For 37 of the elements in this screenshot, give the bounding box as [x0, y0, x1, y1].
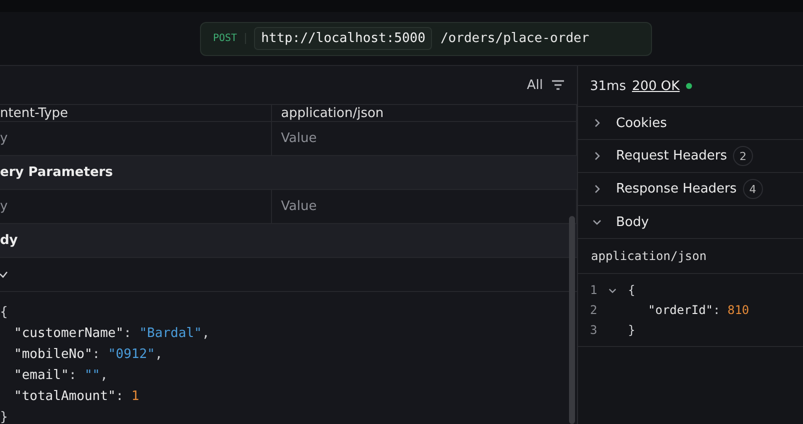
- code-line: "mobileNo": "0912",: [13, 346, 164, 364]
- section-title[interactable]: ery Parameters: [0, 165, 113, 180]
- section-toggle[interactable]: Body: [578, 206, 803, 239]
- line-number: 1: [590, 283, 598, 297]
- filter-icon[interactable]: [551, 79, 565, 91]
- line-number: 2: [590, 303, 598, 317]
- line-number: 3: [590, 323, 598, 337]
- status-dot-icon: [686, 83, 692, 89]
- value-field[interactable]: application/json: [272, 105, 577, 121]
- section-title[interactable]: dy: [0, 233, 18, 248]
- section-toggle[interactable]: Cookies: [578, 107, 803, 140]
- key-field[interactable]: y: [0, 190, 272, 223]
- url-bar[interactable]: POST http://localhost:5000 /orders/place-order: [200, 22, 652, 56]
- status-code[interactable]: 200 OK: [632, 78, 680, 94]
- value-field[interactable]: Value: [272, 122, 577, 155]
- scrollbar[interactable]: [569, 216, 575, 424]
- code-line: "orderId": 810: [647, 303, 750, 317]
- content-type: application/json: [578, 239, 803, 274]
- count-badge: 2: [733, 146, 754, 166]
- code-line: {: [628, 283, 636, 297]
- code-line: {: [0, 304, 9, 322]
- code-line: "email": "",: [13, 367, 109, 385]
- code-line: }: [628, 323, 636, 337]
- section-toggle[interactable]: Request Headers 2: [578, 140, 803, 173]
- code-line: "customerName": "Bardal",: [13, 325, 211, 343]
- code-line: "totalAmount": 1: [13, 388, 140, 406]
- method-label: POST: [213, 33, 246, 44]
- base-url: http://localhost:5000: [254, 27, 432, 50]
- response-time: 31ms: [590, 78, 626, 94]
- key-field[interactable]: y: [0, 122, 272, 155]
- key-field[interactable]: ntent-Type: [0, 105, 272, 121]
- count-badge: 4: [742, 179, 763, 199]
- url-path: /orders/place-order: [440, 31, 590, 46]
- fold-icon[interactable]: [608, 286, 617, 294]
- code-line: }: [0, 409, 9, 424]
- filter-dropdown[interactable]: All: [526, 78, 543, 92]
- section-toggle[interactable]: Response Headers 4: [578, 173, 803, 206]
